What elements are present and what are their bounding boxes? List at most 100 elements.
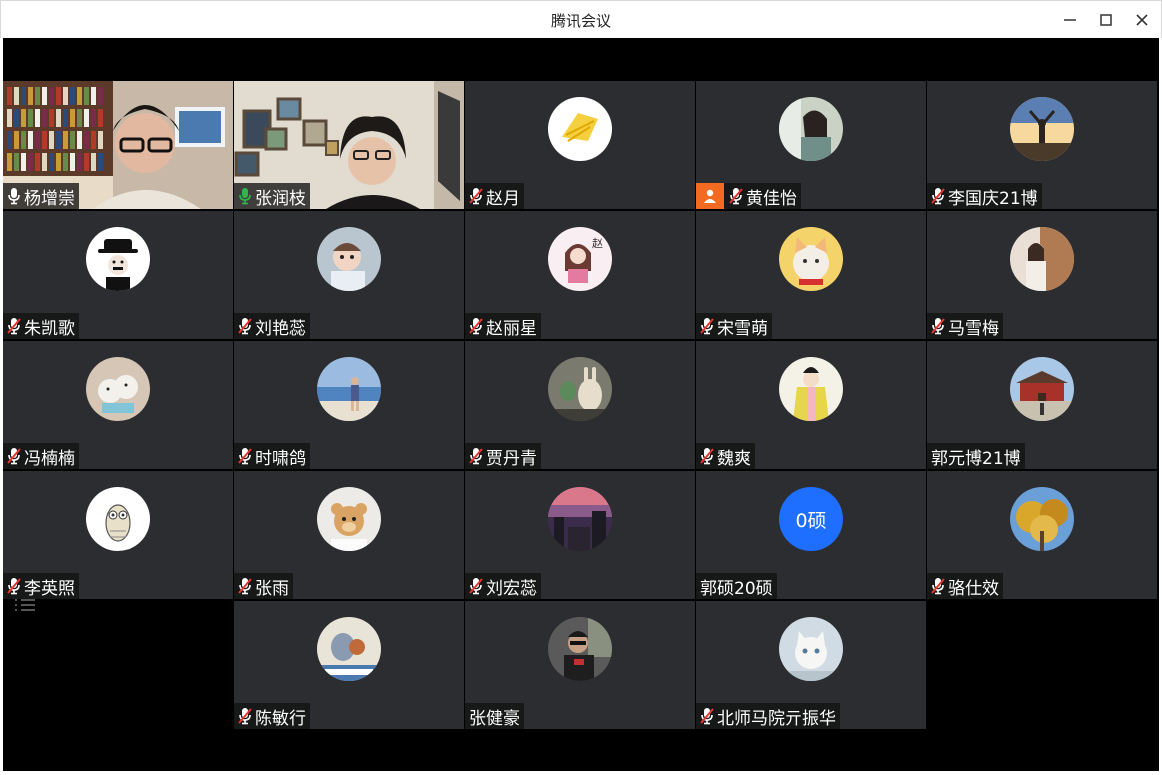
mic-muted-icon [929,576,947,596]
participant-name: 李英照 [24,578,75,599]
participant-name: 李国庆21博 [948,188,1038,209]
mic-muted-icon [5,446,23,466]
participant-tile[interactable]: 陈敏行 [234,601,464,729]
participant-tile[interactable]: 张健豪 [465,601,695,729]
cat-avatar [779,227,843,291]
participant-tile[interactable]: 郭元博21博 [927,341,1157,469]
participant-name: 朱凯歌 [24,318,75,339]
participant-tile[interactable]: 李英照 [3,471,233,599]
yellow-drawing-avatar [548,97,612,161]
participant-name-tag: 赵丽星 [465,313,541,339]
participant-tile[interactable]: 杨增崇 [3,81,233,209]
participant-tile[interactable]: 刘宏蕊 [465,471,695,599]
bunny-toys-avatar [548,357,612,421]
participant-name-tag: 郭硕20硕 [696,573,777,599]
participant-name: 张健豪 [469,708,520,729]
minimize-icon [1064,19,1076,21]
participant-name-tag: 张健豪 [465,703,524,729]
participant-name: 杨增崇 [24,188,75,209]
participant-name: 郭硕20硕 [700,578,773,599]
participant-tile[interactable]: 贾丹青 [465,341,695,469]
participant-name-tag: 杨增崇 [3,183,79,209]
mic-muted-icon [236,706,254,726]
maximize-button[interactable] [1089,6,1123,34]
participant-tile[interactable]: 时啸鸽 [234,341,464,469]
mic-muted-icon [5,316,23,336]
participant-name-tag: 朱凯歌 [3,313,79,339]
cartoon-girl-avatar: 赵 [548,227,612,291]
mic-muted-icon [5,576,23,596]
participant-name-tag: 李国庆21博 [927,183,1042,209]
mic-muted-icon [467,186,485,206]
participant-tile[interactable]: 0硕 郭硕20硕 [696,471,926,599]
participant-name: 赵丽星 [486,318,537,339]
participant-name-tag: 张雨 [234,573,293,599]
participant-name-tag: 刘艳蕊 [234,313,310,339]
maximize-icon [1100,14,1112,26]
participant-tile[interactable]: 黄佳怡 [696,81,926,209]
minimize-button[interactable] [1053,6,1087,34]
list-menu-icon[interactable] [15,597,39,611]
participant-name: 北师马院亓振华 [717,708,836,729]
participant-tile[interactable]: 刘艳蕊 [234,211,464,339]
meeting-stage: 杨增崇 张润枝 赵月 黄佳怡 李国庆21博 朱凯歌 刘艳蕊 赵 赵丽星 宋雪萌 … [3,38,1159,771]
participant-tile[interactable]: 李国庆21博 [927,81,1157,209]
mic-muted-icon [467,316,485,336]
participant-tile[interactable]: 宋雪萌 [696,211,926,339]
participant-name-tag: 贾丹青 [465,443,541,469]
mic-muted-icon [698,446,716,466]
baby-photo-avatar [317,227,381,291]
mic-muted-icon [698,706,716,726]
participant-name: 刘宏蕊 [486,578,537,599]
white-kitten-avatar [779,617,843,681]
chaplin-avatar [86,227,150,291]
participant-tile[interactable]: 赵月 [465,81,695,209]
participant-name-tag: 赵月 [465,183,524,209]
participant-tile[interactable]: 赵 赵丽星 [465,211,695,339]
mic-muted-icon [467,576,485,596]
palace-gate-avatar [1010,357,1074,421]
participant-name-tag: 北师马院亓振华 [696,703,840,729]
participant-tile[interactable]: 北师马院亓振华 [696,601,926,729]
participant-name: 骆仕效 [948,578,999,599]
participant-name-tag: 李英照 [3,573,79,599]
participant-name-tag: 魏爽 [696,443,755,469]
participant-name-tag: 马雪梅 [927,313,1003,339]
mic-muted-icon [236,446,254,466]
participant-name: 贾丹青 [486,448,537,469]
tom-jerry-avatar [317,617,381,681]
participant-tile[interactable]: 魏爽 [696,341,926,469]
participant-tile[interactable]: 朱凯歌 [3,211,233,339]
autumn-tree-avatar [1010,487,1074,551]
participant-name-tag: 陈敏行 [234,703,310,729]
teddy-bear-avatar [317,487,381,551]
dusk-sky-avatar [548,487,612,551]
participant-tile[interactable]: 张润枝 [234,81,464,209]
mic-muted-icon [467,446,485,466]
close-button[interactable] [1125,6,1159,34]
participant-name: 张雨 [255,578,289,599]
girl-portrait-avatar [779,97,843,161]
participant-name-tag: 时啸鸽 [234,443,310,469]
mic-on-icon [236,186,254,206]
participant-name: 时啸鸽 [255,448,306,469]
participant-tile[interactable]: 骆仕效 [927,471,1157,599]
top-toolbar-area [3,38,1159,81]
man-portrait-avatar [548,617,612,681]
participant-tile[interactable]: 马雪梅 [927,211,1157,339]
plush-toys-avatar [86,357,150,421]
participant-name-tag: 黄佳怡 [696,183,801,209]
woman-doorway-avatar [1010,227,1074,291]
participant-name: 冯楠楠 [24,448,75,469]
participant-name-tag: 骆仕效 [927,573,1003,599]
empty-grid-slot [927,601,1157,729]
participant-name: 张润枝 [255,188,306,209]
participant-name-tag: 冯楠楠 [3,443,79,469]
participant-name-tag: 郭元博21博 [927,443,1025,469]
participant-tile[interactable]: 张雨 [234,471,464,599]
window-title: 腾讯会议 [550,12,611,30]
participant-tile[interactable]: 冯楠楠 [3,341,233,469]
participant-name: 陈敏行 [255,708,306,729]
owl-sketch-avatar [86,487,150,551]
empty-grid-slot [3,601,233,729]
